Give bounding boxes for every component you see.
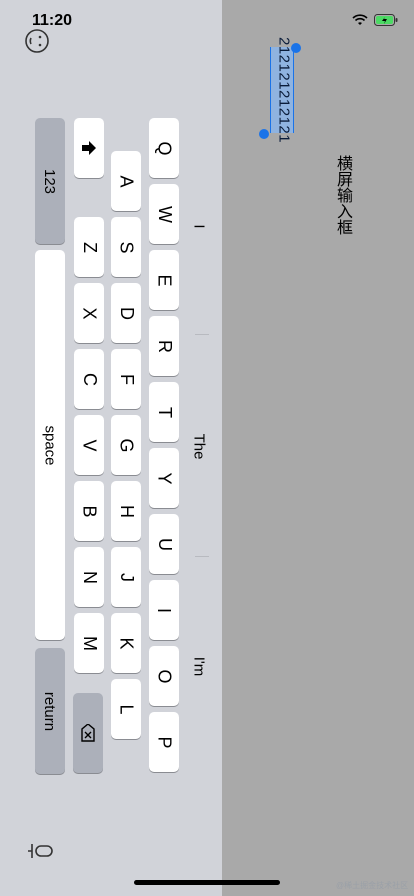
- suggestion-divider: [195, 556, 209, 557]
- key-e[interactable]: E: [149, 250, 179, 310]
- battery-icon: [374, 14, 398, 26]
- app-canvas: [222, 0, 414, 896]
- key-x[interactable]: X: [74, 283, 104, 343]
- key-l[interactable]: L: [111, 679, 141, 739]
- wifi-icon: [352, 14, 368, 25]
- key-t[interactable]: T: [149, 382, 179, 442]
- selection-handle-end[interactable]: [259, 129, 269, 139]
- dictation-icon[interactable]: [24, 840, 54, 868]
- key-z[interactable]: Z: [74, 217, 104, 277]
- suggestion-3[interactable]: I'm: [188, 566, 210, 766]
- key-n[interactable]: N: [74, 547, 104, 607]
- landscape-input-label: 横屏输入框: [334, 155, 351, 235]
- key-g[interactable]: G: [111, 415, 141, 475]
- return-key[interactable]: return: [35, 648, 65, 774]
- watermark: @稀土掘金技术社区: [336, 881, 409, 890]
- space-key[interactable]: space: [35, 250, 65, 640]
- key-y[interactable]: Y: [149, 448, 179, 508]
- key-i[interactable]: I: [149, 580, 179, 640]
- shift-icon: [82, 141, 96, 155]
- key-c[interactable]: C: [74, 349, 104, 409]
- suggestion-1[interactable]: I: [188, 126, 210, 326]
- key-s[interactable]: S: [111, 217, 141, 277]
- suggestion-2[interactable]: The: [188, 346, 210, 546]
- home-indicator: [134, 880, 280, 885]
- delete-key[interactable]: [73, 693, 103, 773]
- key-u[interactable]: U: [149, 514, 179, 574]
- text-field-value[interactable]: 212121212121: [272, 37, 296, 143]
- delete-icon: [81, 724, 95, 742]
- key-k[interactable]: K: [111, 613, 141, 673]
- key-q[interactable]: Q: [149, 118, 179, 178]
- key-w[interactable]: W: [149, 184, 179, 244]
- key-f[interactable]: F: [111, 349, 141, 409]
- selection-handle-start[interactable]: [291, 43, 301, 53]
- key-b[interactable]: B: [74, 481, 104, 541]
- key-j[interactable]: J: [111, 547, 141, 607]
- key-p[interactable]: P: [149, 712, 179, 772]
- key-d[interactable]: D: [111, 283, 141, 343]
- numbers-key[interactable]: 123: [35, 118, 65, 244]
- shift-key[interactable]: [74, 118, 104, 178]
- key-r[interactable]: R: [149, 316, 179, 376]
- suggestion-divider: [195, 334, 209, 335]
- key-v[interactable]: V: [74, 415, 104, 475]
- emoji-icon[interactable]: [24, 28, 50, 54]
- status-icons: [352, 14, 398, 26]
- key-a[interactable]: A: [111, 151, 141, 211]
- key-h[interactable]: H: [111, 481, 141, 541]
- key-o[interactable]: O: [149, 646, 179, 706]
- key-m[interactable]: M: [74, 613, 104, 673]
